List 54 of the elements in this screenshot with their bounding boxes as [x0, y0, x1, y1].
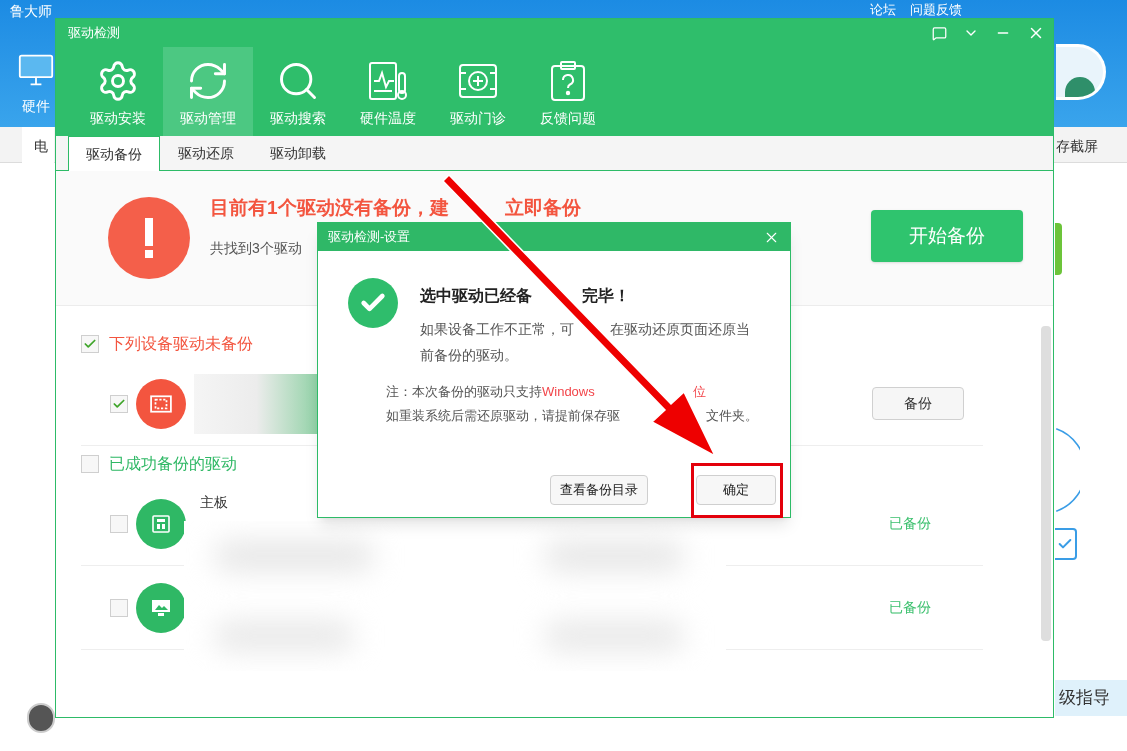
alert-title: 立即备份	[504, 197, 581, 217]
thermometer-icon	[366, 59, 410, 103]
dialog-heading: 选中驱动已经备	[420, 286, 532, 306]
checkbox[interactable]	[81, 335, 99, 353]
header-link[interactable]: 问题反馈	[910, 3, 962, 16]
alert-title: 目前有1个驱动没有备份，建	[210, 197, 449, 217]
sub-tab[interactable]: 驱动卸载	[252, 136, 344, 171]
check-icon	[83, 337, 97, 351]
dialog-message: 如果设备工作不正常，可	[420, 319, 574, 339]
checkbox[interactable]	[81, 455, 99, 473]
nav-label[interactable]: 硬件	[22, 96, 50, 117]
toolbar-tab[interactable]: 驱动管理	[163, 47, 253, 136]
header-link[interactable]: 论坛	[870, 3, 896, 16]
dialog-note: 文件夹。	[706, 407, 758, 426]
dialog-note: 如重装系统后需还原驱动，请提前保存驱	[386, 407, 620, 426]
guide-link[interactable]: 级指导	[1055, 680, 1127, 716]
backup-status: 已备份	[889, 514, 931, 533]
dialog-note: Windows	[542, 383, 595, 402]
checkbox[interactable]	[110, 514, 128, 533]
dialog-note: 注：本次备份的驱动只支持	[386, 383, 542, 402]
device-name: 主板	[200, 493, 228, 512]
toolbar-tab[interactable]: 反馈问题	[523, 47, 613, 136]
section-label: 下列设备驱动未备份	[109, 334, 253, 354]
alert-text: 共找到3个驱动	[210, 240, 303, 255]
view-folder-button[interactable]: 查看备份目录	[550, 475, 648, 505]
ok-button[interactable]: 确定	[696, 475, 776, 505]
dialog-message: 在驱动还原页面还原当	[610, 319, 750, 339]
app-title: 鲁大师	[10, 4, 52, 18]
sub-tab[interactable]: 驱动备份	[68, 136, 160, 172]
avatar[interactable]	[1056, 44, 1106, 100]
round-icon[interactable]	[27, 703, 55, 733]
toolbar-tab[interactable]: 驱动搜索	[253, 47, 343, 136]
toolbar-tab[interactable]: 驱动门诊	[433, 47, 523, 136]
side-button[interactable]	[1055, 223, 1062, 275]
window-title: 驱动检测	[68, 24, 120, 43]
checkbox[interactable]	[110, 394, 128, 413]
backup-button[interactable]: 备份	[872, 387, 964, 420]
message-icon[interactable]	[932, 25, 947, 41]
tab[interactable]: 电	[22, 127, 54, 164]
dialog-title: 驱动检测-设置	[328, 228, 411, 247]
toolbar-tab[interactable]: 硬件温度	[343, 47, 433, 136]
dialog-note: 位	[692, 383, 706, 402]
dialog-heading: 完毕！	[582, 286, 630, 306]
dialog-message: 前备份的驱动。	[420, 345, 518, 365]
section-label: 已成功备份的驱动	[109, 454, 237, 474]
backup-status: 已备份	[889, 598, 931, 617]
success-icon	[348, 278, 398, 328]
monitor-icon	[18, 52, 54, 88]
checkbox[interactable]	[110, 598, 128, 617]
toolbar-tab[interactable]: 驱动安装	[73, 47, 163, 136]
sub-tab[interactable]: 驱动还原	[160, 136, 252, 171]
start-backup-button[interactable]: 开始备份	[871, 210, 1023, 262]
scrollbar[interactable]	[1041, 326, 1051, 641]
tab[interactable]: 存截屏	[1056, 136, 1098, 157]
